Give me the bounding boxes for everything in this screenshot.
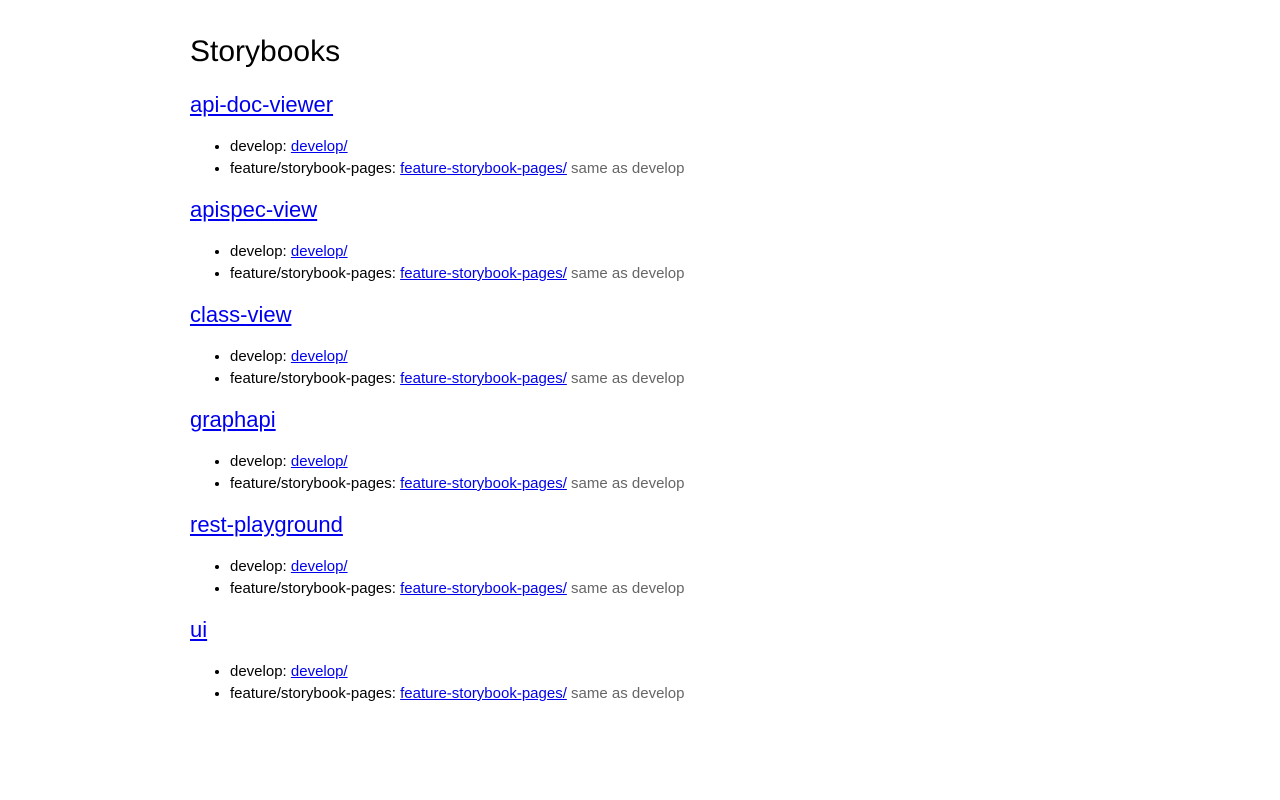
branch-list-item: develop: develop/ (230, 241, 1090, 263)
section-title-link[interactable]: apispec-view (190, 196, 1090, 224)
branch-note: same as develop (571, 160, 685, 177)
branch-link[interactable]: feature-storybook-pages/ (400, 580, 567, 597)
branch-link[interactable]: develop/ (291, 138, 348, 155)
branch-link[interactable]: develop/ (291, 663, 348, 680)
branch-label: develop: (230, 453, 287, 470)
branch-list-item: develop: develop/ (230, 661, 1090, 683)
section-title-link[interactable]: class-view (190, 301, 1090, 329)
branch-link[interactable]: develop/ (291, 453, 348, 470)
branch-list-item: feature/storybook-pages: feature-storybo… (230, 368, 1090, 390)
branch-link[interactable]: feature-storybook-pages/ (400, 475, 567, 492)
branch-label: develop: (230, 243, 287, 260)
branch-link[interactable]: develop/ (291, 348, 348, 365)
branch-link[interactable]: feature-storybook-pages/ (400, 160, 567, 177)
section-title-link[interactable]: rest-playground (190, 511, 1090, 539)
branch-list: develop: develop/feature/storybook-pages… (190, 136, 1090, 180)
branch-list-item: develop: develop/ (230, 451, 1090, 473)
branch-link[interactable]: feature-storybook-pages/ (400, 265, 567, 282)
branch-label: develop: (230, 558, 287, 575)
branch-list: develop: develop/feature/storybook-pages… (190, 451, 1090, 495)
section-title-link[interactable]: graphapi (190, 406, 1090, 434)
section-title-link[interactable]: api-doc-viewer (190, 91, 1090, 119)
branch-list-item: develop: develop/ (230, 346, 1090, 368)
section-title-link[interactable]: ui (190, 616, 1090, 644)
branch-label: develop: (230, 663, 287, 680)
branch-link[interactable]: feature-storybook-pages/ (400, 685, 567, 702)
branch-label: feature/storybook-pages: (230, 685, 396, 702)
branch-label: feature/storybook-pages: (230, 580, 396, 597)
branch-link[interactable]: develop/ (291, 558, 348, 575)
branch-label: feature/storybook-pages: (230, 160, 396, 177)
branch-list-item: develop: develop/ (230, 556, 1090, 578)
storybook-section: ui develop: develop/feature/storybook-pag… (190, 616, 1090, 705)
branch-list-item: develop: develop/ (230, 136, 1090, 158)
branch-list: develop: develop/feature/storybook-pages… (190, 661, 1090, 705)
storybook-section: apispec-view develop: develop/feature/sto… (190, 196, 1090, 285)
storybook-section: graphapi develop: develop/feature/storybo… (190, 406, 1090, 495)
branch-list-item: feature/storybook-pages: feature-storybo… (230, 158, 1090, 180)
branch-list: develop: develop/feature/storybook-pages… (190, 556, 1090, 600)
branch-list-item: feature/storybook-pages: feature-storybo… (230, 473, 1090, 495)
branch-note: same as develop (571, 475, 685, 492)
branch-note: same as develop (571, 580, 685, 597)
storybook-section: class-view develop: develop/feature/story… (190, 301, 1090, 390)
branch-list-item: feature/storybook-pages: feature-storybo… (230, 263, 1090, 285)
branch-label: develop: (230, 138, 287, 155)
branch-label: feature/storybook-pages: (230, 265, 396, 282)
branch-list-item: feature/storybook-pages: feature-storybo… (230, 578, 1090, 600)
branch-note: same as develop (571, 370, 685, 387)
branch-list: develop: develop/feature/storybook-pages… (190, 241, 1090, 285)
branch-label: feature/storybook-pages: (230, 475, 396, 492)
page-content: Storybooks api-doc-viewer develop: develo… (190, 0, 1090, 705)
branch-note: same as develop (571, 685, 685, 702)
storybook-section: rest-playground develop: develop/feature/… (190, 511, 1090, 600)
storybook-section: api-doc-viewer develop: develop/feature/s… (190, 91, 1090, 180)
branch-list: develop: develop/feature/storybook-pages… (190, 346, 1090, 390)
storybook-list: api-doc-viewer develop: develop/feature/s… (190, 91, 1090, 705)
page-title: Storybooks (190, 35, 341, 68)
branch-label: feature/storybook-pages: (230, 370, 396, 387)
branch-link[interactable]: develop/ (291, 243, 348, 260)
branch-list-item: feature/storybook-pages: feature-storybo… (230, 683, 1090, 705)
branch-label: develop: (230, 348, 287, 365)
branch-link[interactable]: feature-storybook-pages/ (400, 370, 567, 387)
branch-note: same as develop (571, 265, 685, 282)
